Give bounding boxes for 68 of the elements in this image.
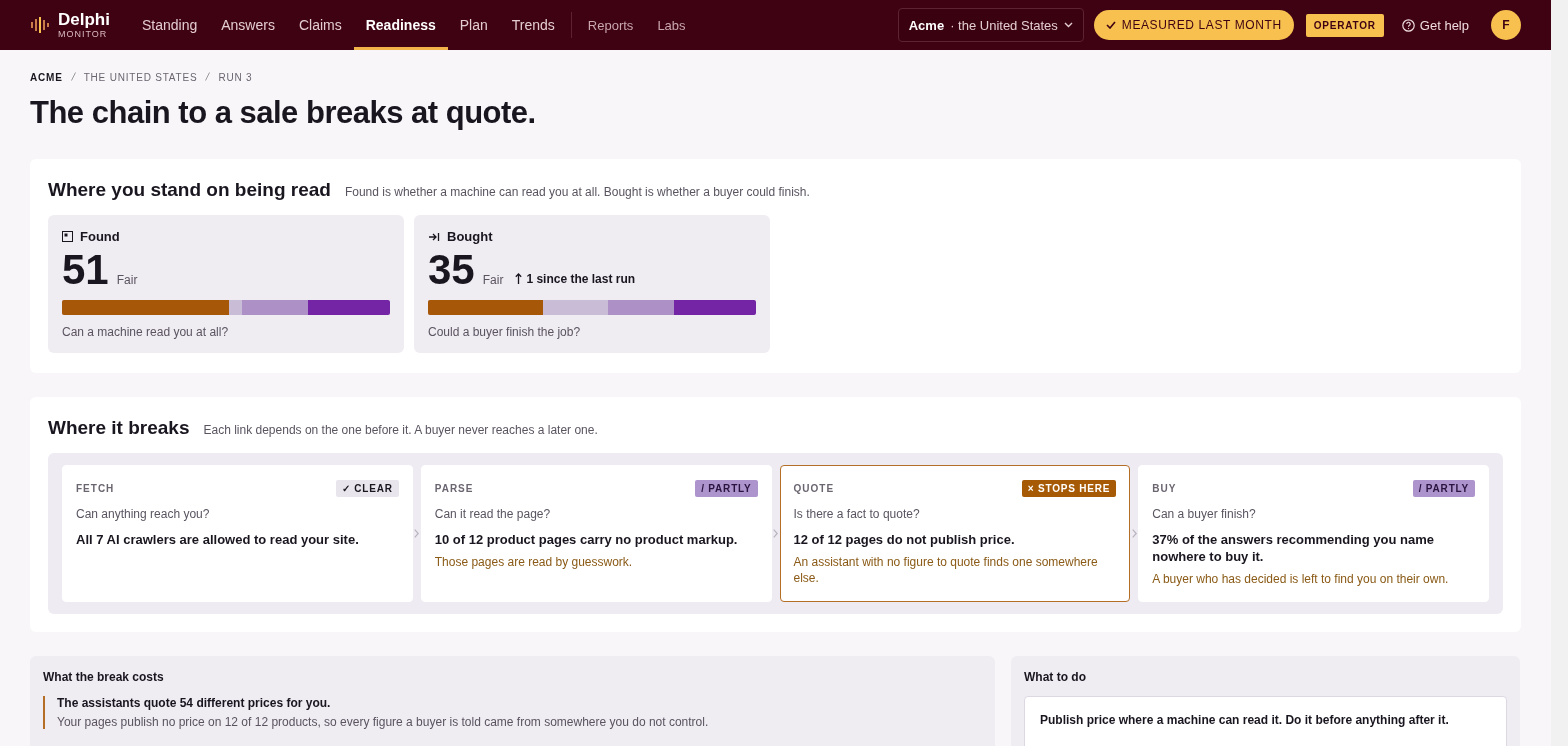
- chevron-right-icon: [773, 529, 778, 538]
- help-link[interactable]: Get help: [1401, 17, 1469, 33]
- link-finding: All 7 AI crawlers are allowed to read your site.: [76, 531, 360, 548]
- link-question: Can anything reach you?: [76, 507, 211, 521]
- brand-subtitle: MONITOR: [58, 29, 109, 39]
- logo-icon: [30, 15, 50, 35]
- breadcrumb-link[interactable]: THE UNITED STATES: [83, 72, 198, 83]
- check-icon: [1105, 21, 1116, 29]
- link-consequence: Those pages are read by guesswork.: [434, 554, 634, 570]
- arrow-up-icon: [515, 273, 523, 284]
- section-title: Where it breaks: [48, 417, 190, 439]
- cost-detail: Your pages publish no price on 12 of 12 products, so every figure a buyer is told came from somewhere you do not control.: [57, 715, 710, 729]
- score-label: Found: [80, 229, 120, 244]
- arrow-to-line-icon: [428, 231, 440, 242]
- window-icon: [62, 231, 73, 242]
- section-note: Each link depends on the one before it. A buyer never reaches a later one.: [203, 423, 598, 437]
- breadcrumb-link[interactable]: ACME: [30, 72, 63, 83]
- nav-tab[interactable]: Claims: [286, 0, 354, 50]
- chevron-right-icon: [414, 529, 420, 538]
- status-badge: ✓ CLEAR: [335, 480, 399, 497]
- panel-title: What the break costs: [43, 670, 165, 684]
- section-note: Found is whether a machine can read you at all. Bought is whether a buyer could finish.: [344, 185, 810, 199]
- help-icon: [1401, 18, 1415, 32]
- status-badge: / PARTLY: [1412, 480, 1475, 497]
- nav-tab[interactable]: Readiness: [353, 0, 448, 50]
- status-badge: / PARTLY: [695, 480, 758, 497]
- link-finding: 37% of the answers recommending you name nowhere to buy it.: [1152, 531, 1435, 565]
- score-question: Can a machine read you at all?: [62, 325, 230, 339]
- link-question: Is there a fact to quote?: [793, 507, 921, 521]
- chevron-right-icon: [1131, 529, 1137, 538]
- nav-tab[interactable]: Reports: [575, 0, 646, 50]
- brand-name: Delphi: [58, 11, 110, 29]
- link-finding: 12 of 12 pages do not publish price.: [793, 531, 1016, 548]
- step-label: QUOTE: [793, 483, 835, 494]
- separator-icon: [205, 72, 211, 81]
- score-value: 35: [428, 246, 475, 294]
- panel-title: What to do: [1024, 670, 1087, 684]
- user-avatar[interactable]: F: [1491, 10, 1521, 40]
- nav-tab[interactable]: Standing: [129, 0, 210, 50]
- link-finding: 10 of 12 product pages carry no product markup.: [434, 531, 739, 548]
- separator-icon: [70, 72, 76, 81]
- nav-tab[interactable]: Plan: [447, 0, 500, 50]
- breadcrumb-link[interactable]: RUN 3: [218, 72, 253, 83]
- section-title: Where you stand on being read: [48, 179, 331, 201]
- step-label: PARSE: [434, 483, 474, 494]
- score-grade: Fair: [116, 273, 138, 287]
- scope-selector[interactable]: Acme · the United States: [897, 8, 1084, 42]
- status-badge: × STOPS HERE: [1021, 480, 1117, 497]
- score-question: Could a buyer finish the job?: [428, 325, 582, 339]
- cost-headline: The assistants quote 54 different prices for you.: [57, 696, 332, 710]
- chevron-down-icon: [1063, 22, 1073, 28]
- link-question: Can it read the page?: [434, 507, 552, 521]
- step-label: BUY: [1152, 483, 1177, 494]
- step-label: FETCH: [76, 483, 115, 494]
- nav-tab[interactable]: Answers: [209, 0, 287, 50]
- link-consequence: An assistant with no figure to quote finds one somewhere else.: [793, 554, 1099, 586]
- role-badge: OPERATOR: [1305, 13, 1384, 37]
- todo-action: Publish price where a machine can read it. Do it before anything after it.: [1040, 713, 1450, 727]
- nav-tab[interactable]: Labs: [645, 0, 698, 50]
- measured-status: MEASURED LAST MONTH: [1093, 10, 1294, 40]
- nav-tab[interactable]: Trends: [499, 0, 567, 50]
- score-grade: Fair: [482, 273, 504, 287]
- page-title: The chain to a sale breaks at quote.: [30, 95, 537, 131]
- link-consequence: A buyer who has decided is left to find you on their own.: [1152, 571, 1450, 587]
- score-change: 1 since the last run: [526, 271, 636, 286]
- link-question: Can a buyer finish?: [1152, 507, 1257, 521]
- score-value: 51: [62, 246, 109, 294]
- score-label: Bought: [447, 229, 493, 244]
